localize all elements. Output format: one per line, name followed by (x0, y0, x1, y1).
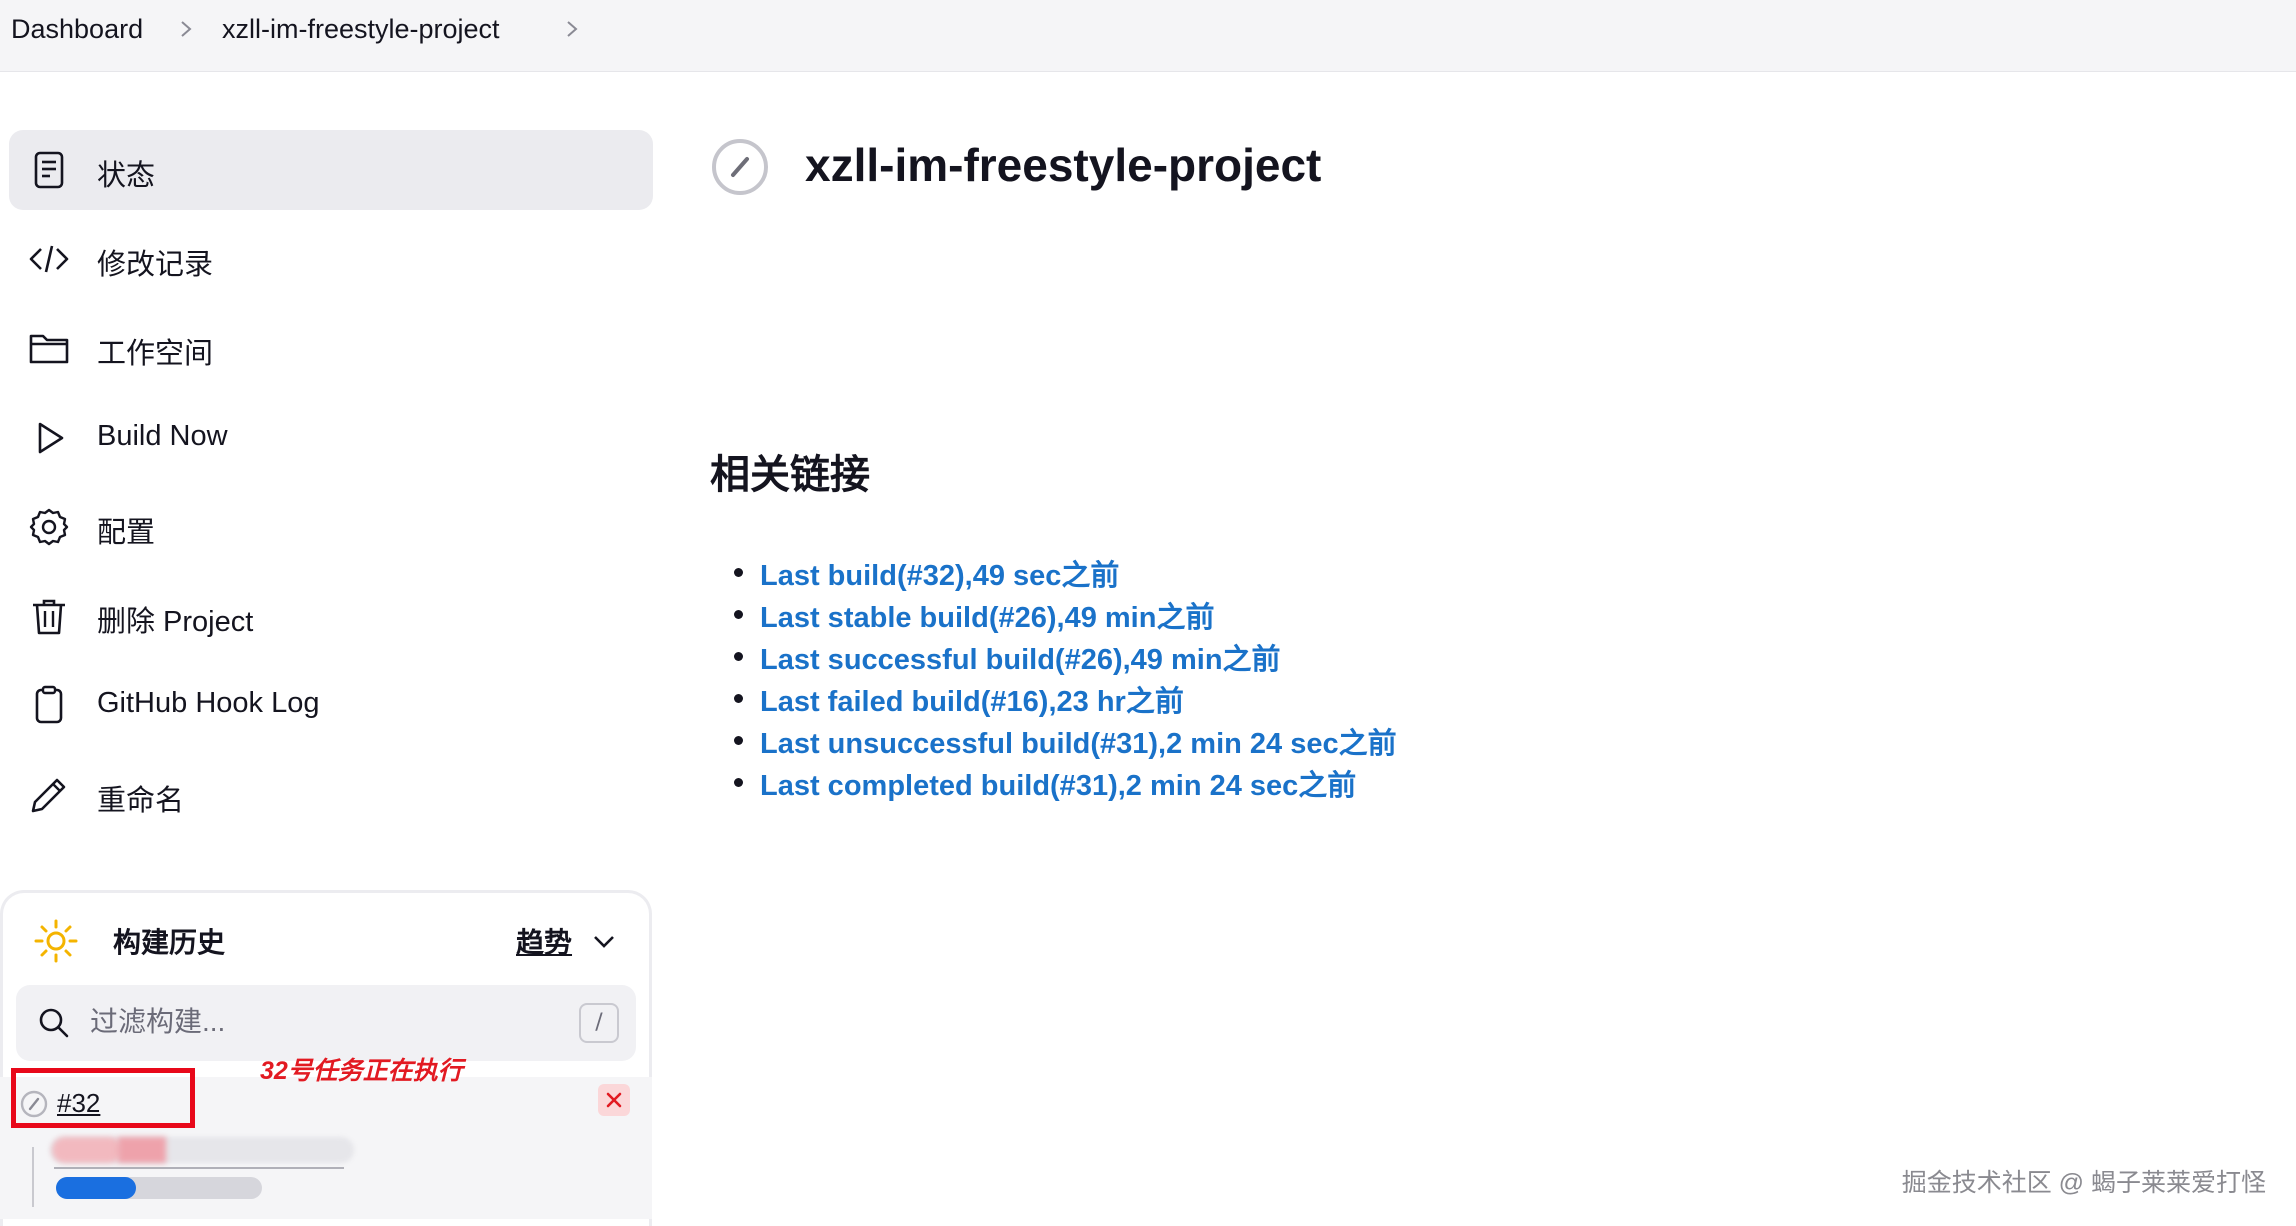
sidebar-item-label: 工作空间 (97, 338, 214, 370)
build-progress-fill (56, 1177, 137, 1199)
timeline-line (32, 1147, 34, 1207)
trash-icon (33, 599, 65, 635)
build-history-title: 构建历史 (113, 927, 226, 958)
related-links-list: Last build(#32),49 sec之前 Last stable bui… (734, 552, 1397, 804)
sidebar-item-label: 状态 (97, 160, 156, 192)
breadcrumb-project[interactable]: xzll-im-freestyle-project (222, 14, 500, 45)
blurred-build-info (118, 1137, 166, 1163)
last-completed-build-link[interactable]: Last completed build(#31),2 min 24 sec之前 (760, 770, 1356, 802)
cancel-build-button[interactable] (598, 1084, 630, 1116)
last-unsuccessful-build-link[interactable]: Last unsuccessful build(#31),2 min 24 se… (760, 728, 1397, 760)
clipboard-icon (35, 685, 63, 724)
annotation-highlight-box (11, 1068, 195, 1128)
build-filter-input[interactable] (90, 999, 560, 1045)
trend-link[interactable]: 趋势 (516, 921, 572, 961)
chevron-down-icon[interactable] (589, 927, 619, 957)
list-item: Last failed build(#16),23 hr之前 (734, 678, 1397, 720)
sidebar-item-label: 重命名 (97, 785, 185, 817)
related-links-title: 相关链接 (710, 453, 870, 497)
sun-icon (34, 919, 78, 963)
last-build-link[interactable]: Last build(#32),49 sec之前 (760, 560, 1119, 592)
close-icon (606, 1092, 622, 1108)
last-successful-build-link[interactable]: Last successful build(#26),49 min之前 (760, 644, 1281, 676)
breadcrumb: Dashboard xzll-im-freestyle-project (0, 0, 2296, 72)
sidebar-item-label: 修改记录 (97, 249, 214, 281)
list-item: Last stable build(#26),49 min之前 (734, 594, 1397, 636)
gear-icon (29, 508, 69, 546)
document-icon (34, 151, 64, 189)
sidebar-item-build-now[interactable]: Build Now (9, 398, 653, 478)
sidebar-item-status[interactable]: 状态 (9, 130, 653, 210)
divider (54, 1167, 344, 1169)
search-icon (39, 1008, 69, 1038)
sidebar-item-configure[interactable]: 配置 (9, 487, 653, 567)
build-progress-bar (56, 1177, 262, 1199)
sidebar-item-delete-project[interactable]: 删除 Project (9, 576, 653, 656)
list-item: Last completed build(#31),2 min 24 sec之前 (734, 762, 1397, 804)
last-stable-build-link[interactable]: Last stable build(#26),49 min之前 (760, 602, 1214, 634)
sidebar-item-changes[interactable]: 修改记录 (9, 219, 653, 299)
sidebar-item-workspace[interactable]: 工作空间 (9, 308, 653, 388)
breadcrumb-dashboard[interactable]: Dashboard (11, 14, 143, 45)
in-progress-icon (712, 139, 768, 195)
list-item: Last build(#32),49 sec之前 (734, 552, 1397, 594)
folder-icon (29, 334, 69, 364)
page-title: xzll-im-freestyle-project (805, 139, 1322, 191)
sidebar-item-label: GitHub Hook Log (97, 687, 320, 719)
code-icon (29, 245, 69, 273)
sidebar-item-github-hook-log[interactable]: GitHub Hook Log (9, 665, 653, 745)
chevron-right-icon[interactable] (562, 14, 582, 44)
pencil-icon (31, 778, 66, 813)
sidebar-item-label: 删除 Project (97, 606, 254, 638)
sidebar-item-rename[interactable]: 重命名 (9, 755, 653, 835)
sidebar-item-label: Build Now (97, 420, 228, 452)
last-failed-build-link[interactable]: Last failed build(#16),23 hr之前 (760, 686, 1184, 718)
list-item: Last unsuccessful build(#31),2 min 24 se… (734, 720, 1397, 762)
play-icon (38, 422, 64, 454)
list-item: Last successful build(#26),49 min之前 (734, 636, 1397, 678)
shortcut-key-badge: / (579, 1003, 619, 1043)
watermark: 掘金技术社区 @ 蝎子莱莱爱打怪 (1901, 1169, 2266, 1197)
sidebar-item-label: 配置 (97, 517, 156, 549)
annotation-text: 32号任务正在执行 (260, 1057, 463, 1085)
blurred-build-info (52, 1137, 122, 1163)
chevron-right-icon (181, 21, 192, 37)
build-filter[interactable]: / (16, 985, 636, 1061)
